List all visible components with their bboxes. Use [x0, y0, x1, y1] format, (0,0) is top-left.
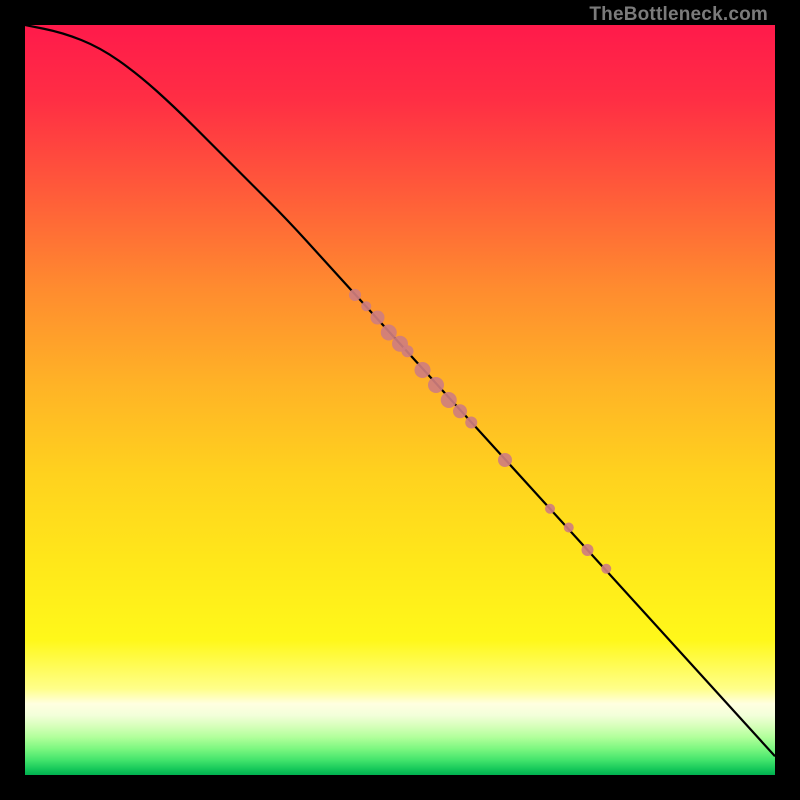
data-marker [415, 362, 431, 378]
chart-svg [25, 25, 775, 775]
plot-area [25, 25, 775, 775]
data-marker [582, 544, 594, 556]
data-marker [441, 392, 457, 408]
data-marker [428, 377, 444, 393]
data-marker [361, 301, 371, 311]
watermark-text: TheBottleneck.com [589, 4, 768, 26]
chart-frame: TheBottleneck.com [0, 0, 800, 800]
gradient-background [25, 25, 775, 775]
data-marker [371, 311, 385, 325]
data-marker [453, 404, 467, 418]
data-marker [564, 523, 574, 533]
data-marker [545, 504, 555, 514]
data-marker [349, 289, 361, 301]
data-marker [402, 345, 414, 357]
data-marker [498, 453, 512, 467]
data-marker [465, 417, 477, 429]
data-marker [601, 564, 611, 574]
